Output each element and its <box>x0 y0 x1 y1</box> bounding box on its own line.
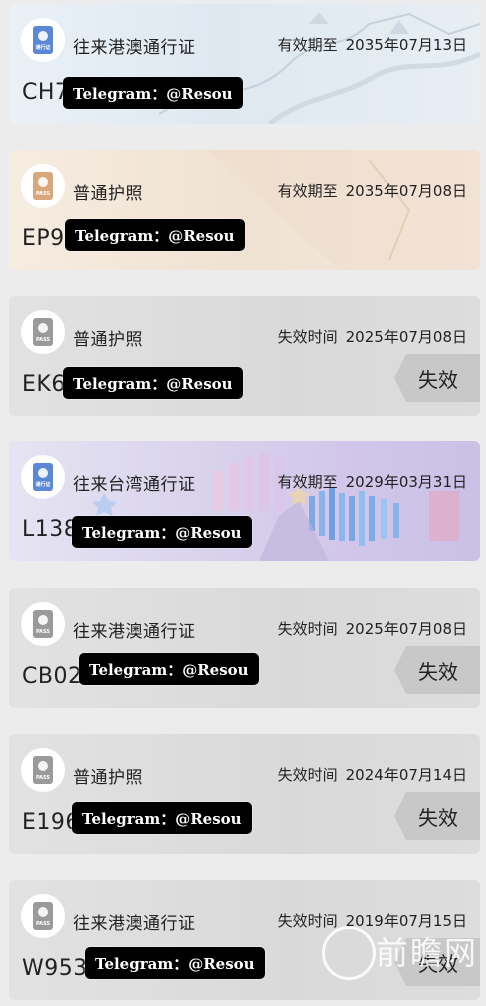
document-icon-badge: PASS <box>21 164 65 208</box>
validity-info: 失效时间 2025年07月08日 <box>277 328 467 346</box>
document-title: 普通护照 <box>73 184 143 204</box>
document-icon-badge: PASS <box>21 602 65 646</box>
document-title: 往来港澳通行证 <box>73 914 196 934</box>
validity-info: 失效时间 2025年07月08日 <box>277 620 467 638</box>
document-icon-badge: PASS <box>21 894 65 938</box>
validity-info: 有效期至 2035年07月13日 <box>277 36 467 54</box>
passport-icon: PASS <box>33 172 53 200</box>
expired-status-tag: 失效 <box>394 938 480 986</box>
document-card[interactable]: PASS 普通护照 失效时间 2024年07月14日 E196 Telegram：… <box>9 734 480 854</box>
hk-macau-permit-icon: 通行证 <box>33 26 53 54</box>
validity-info: 有效期至 2035年07月08日 <box>277 182 467 200</box>
telegram-watermark: Telegram：@Resou <box>72 802 252 834</box>
document-card[interactable]: 通行证 往来港澳通行证 有效期至 2035年07月13日 CH7 Telegram… <box>9 4 480 124</box>
document-title: 往来台湾通行证 <box>73 475 196 495</box>
document-card[interactable]: PASS 往来港澳通行证 失效时间 2025年07月08日 CB02 Telegr… <box>9 588 480 708</box>
document-card[interactable]: PASS 往来港澳通行证 失效时间 2019年07月15日 W953 Telegr… <box>9 880 480 1000</box>
document-number: L138 <box>22 517 79 542</box>
validity-info: 失效时间 2019年07月15日 <box>277 912 467 930</box>
document-icon-badge: PASS <box>21 748 65 792</box>
document-icon-badge: 通行证 <box>21 18 65 62</box>
document-card[interactable]: 通行证 往来台湾通行证 有效期至 2029年03月31日 L138 Telegra… <box>9 441 480 561</box>
validity-info: 失效时间 2024年07月14日 <box>277 766 467 784</box>
telegram-watermark: Telegram：@Resou <box>65 219 245 251</box>
document-number: EP9 <box>22 226 65 251</box>
document-card[interactable]: PASS 普通护照 有效期至 2035年07月08日 EP9 Telegram：@… <box>9 150 480 270</box>
document-number: W953 <box>22 956 88 981</box>
document-title: 普通护照 <box>73 768 143 788</box>
document-title: 普通护照 <box>73 330 143 350</box>
telegram-watermark: Telegram：@Resou <box>79 653 259 685</box>
document-number: CB02 <box>22 664 83 689</box>
document-icon-badge: 通行证 <box>21 455 65 499</box>
taiwan-permit-icon: 通行证 <box>33 463 53 491</box>
document-number: EK6 <box>22 372 66 397</box>
passport-icon: PASS <box>33 756 53 784</box>
document-title: 往来港澳通行证 <box>73 622 196 642</box>
document-card[interactable]: PASS 普通护照 失效时间 2025年07月08日 EK6 Telegram：@… <box>9 296 480 416</box>
document-title: 往来港澳通行证 <box>73 38 196 58</box>
telegram-watermark: Telegram：@Resou <box>63 367 243 399</box>
card-background-pattern <box>209 150 480 270</box>
document-icon-badge: PASS <box>21 310 65 354</box>
passport-icon: PASS <box>33 610 53 638</box>
expired-status-tag: 失效 <box>394 354 480 402</box>
expired-status-tag: 失效 <box>394 792 480 840</box>
telegram-watermark: Telegram：@Resou <box>63 77 243 109</box>
telegram-watermark: Telegram：@Resou <box>72 516 252 548</box>
passport-icon: PASS <box>33 902 53 930</box>
expired-status-tag: 失效 <box>394 646 480 694</box>
passport-icon: PASS <box>33 318 53 346</box>
validity-info: 有效期至 2029年03月31日 <box>277 473 467 491</box>
telegram-watermark: Telegram：@Resou <box>85 947 265 979</box>
